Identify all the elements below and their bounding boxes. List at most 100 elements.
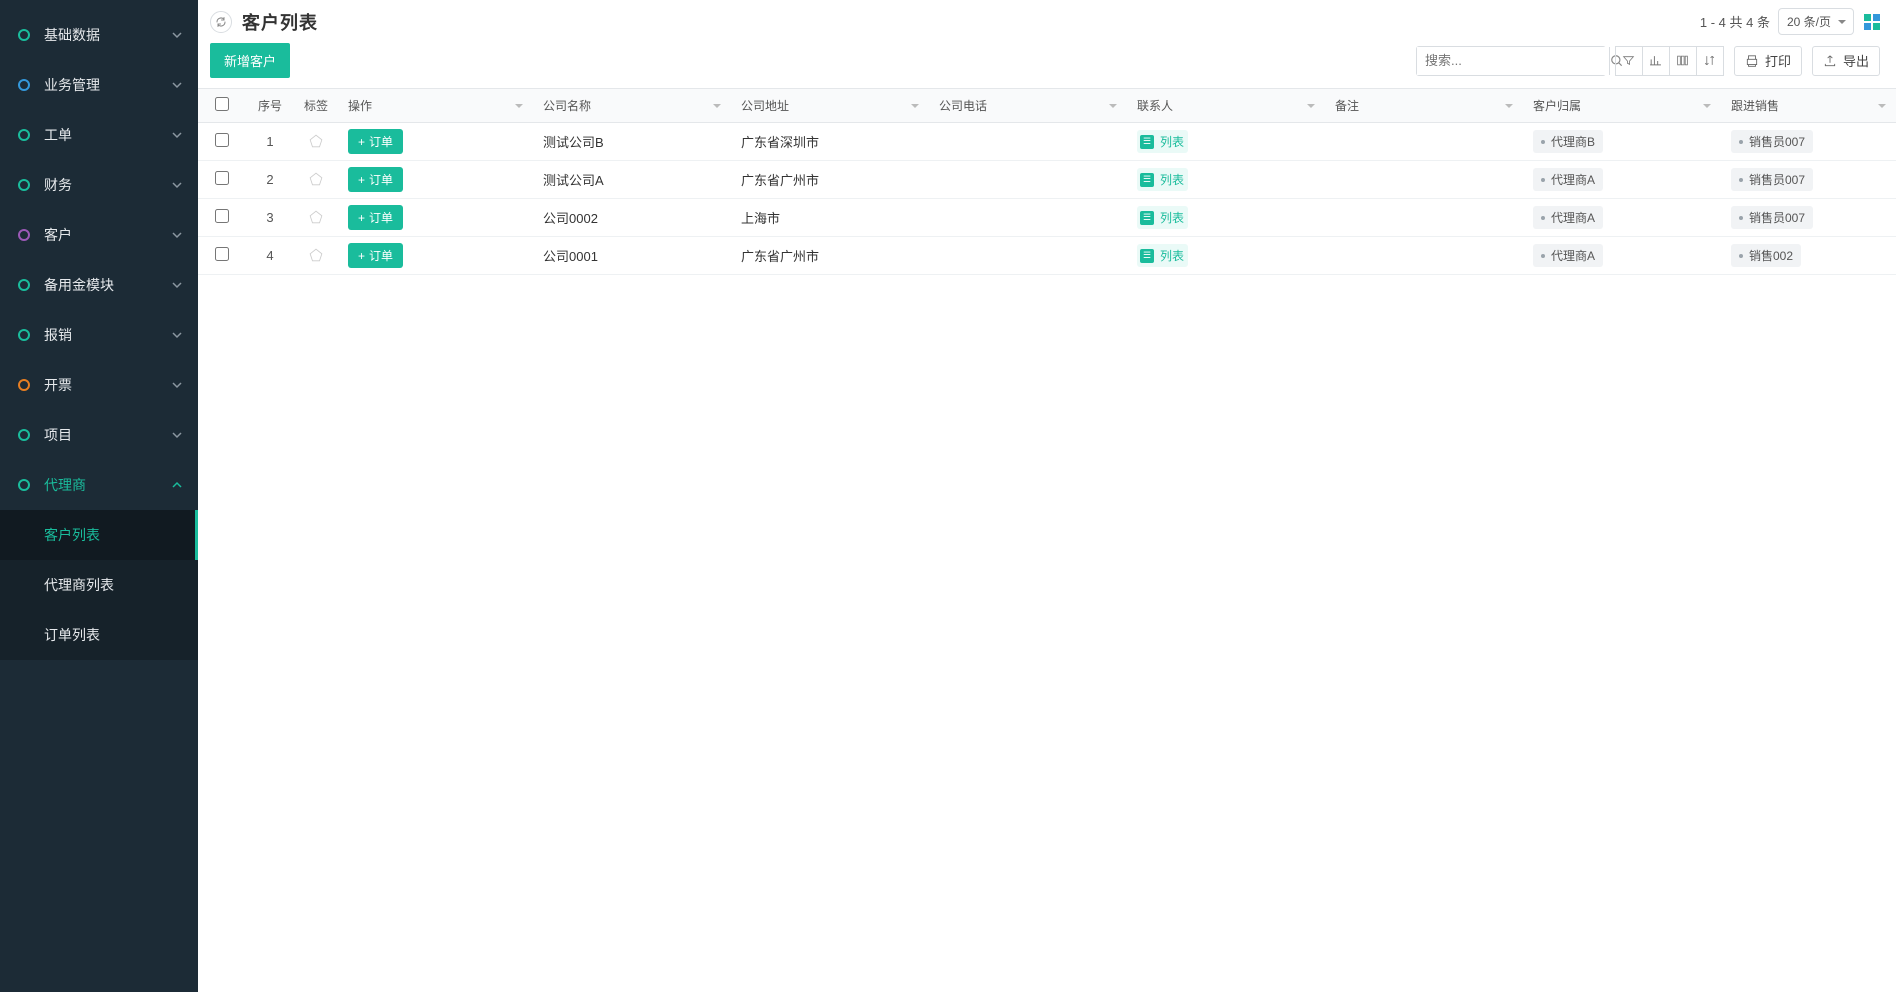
cell-company-addr: 广东省深圳市	[731, 123, 929, 161]
cell-company-addr: 上海市	[731, 199, 929, 237]
table-row: 1 +订单 测试公司B 广东省深圳市 ☰列表 代理商B 销售员007	[198, 123, 1896, 161]
belong-chip: 代理商B	[1533, 130, 1603, 153]
belong-chip: 代理商A	[1533, 206, 1603, 229]
row-checkbox[interactable]	[215, 247, 229, 261]
sidebar-item-label: 工单	[44, 125, 172, 145]
submenu-item-label: 客户列表	[44, 525, 100, 545]
submenu-item-label: 订单列表	[44, 625, 100, 645]
tag-icon[interactable]	[308, 209, 324, 225]
contact-list-button[interactable]: ☰ 列表	[1137, 206, 1188, 229]
list-label: 列表	[1160, 209, 1184, 226]
page-header: 客户列表 1 - 4 共 4 条 20 条/页	[198, 0, 1896, 43]
circle-icon	[18, 279, 30, 291]
pagination-info: 1 - 4 共 4 条	[1700, 12, 1770, 31]
order-label: 订单	[369, 133, 393, 150]
sidebar-item-label: 报销	[44, 325, 172, 345]
circle-icon	[18, 329, 30, 341]
print-button[interactable]: 打印	[1734, 46, 1802, 76]
chevron-down-icon	[172, 380, 182, 390]
sidebar-item-business[interactable]: 业务管理	[0, 60, 198, 110]
sidebar-item-customer[interactable]: 客户	[0, 210, 198, 260]
cell-company-name: 测试公司A	[533, 161, 731, 199]
sort-icon[interactable]	[1696, 46, 1724, 76]
toolbar: 新增客户	[198, 43, 1896, 88]
chevron-down-icon	[172, 330, 182, 340]
dropdown-icon	[911, 104, 919, 112]
list-icon: ☰	[1140, 249, 1154, 263]
submenu-agent: 客户列表 代理商列表 订单列表	[0, 510, 198, 660]
order-button[interactable]: + 订单	[348, 129, 403, 154]
contact-list-button[interactable]: ☰列表	[1137, 244, 1188, 267]
sidebar-item-invoice[interactable]: 开票	[0, 360, 198, 410]
sidebar-item-reserve[interactable]: 备用金模块	[0, 260, 198, 310]
cell-company-addr: 广东省广州市	[731, 237, 929, 275]
order-button[interactable]: +订单	[348, 205, 403, 230]
sales-chip: 销售员007	[1731, 206, 1813, 229]
belong-chip: 代理商A	[1533, 168, 1603, 191]
grid-view-icon[interactable]	[1864, 14, 1880, 30]
sidebar-item-reimburse[interactable]: 报销	[0, 310, 198, 360]
col-operation[interactable]: 操作	[338, 89, 533, 123]
cell-company-name: 测试公司B	[533, 123, 731, 161]
sidebar-item-label: 财务	[44, 175, 172, 195]
col-contact[interactable]: 联系人	[1127, 89, 1325, 123]
refresh-button[interactable]	[210, 11, 232, 33]
cell-remark	[1325, 161, 1523, 199]
export-button[interactable]: 导出	[1812, 46, 1880, 76]
search-input[interactable]	[1417, 47, 1609, 75]
chart-icon[interactable]	[1642, 46, 1670, 76]
order-button[interactable]: +订单	[348, 243, 403, 268]
sidebar: 基础数据 业务管理 工单 财务 客户 备用金模块	[0, 0, 198, 992]
sidebar-item-workorder[interactable]: 工单	[0, 110, 198, 160]
page-size-select[interactable]: 20 条/页	[1778, 8, 1854, 35]
columns-icon[interactable]	[1669, 46, 1697, 76]
col-tag[interactable]: 标签	[294, 89, 338, 123]
new-customer-button[interactable]: 新增客户	[210, 43, 290, 78]
tag-icon[interactable]	[308, 171, 324, 187]
order-button[interactable]: +订单	[348, 167, 403, 192]
sidebar-item-basic-data[interactable]: 基础数据	[0, 10, 198, 60]
contact-list-button[interactable]: ☰列表	[1137, 130, 1188, 153]
row-index: 3	[246, 199, 294, 237]
tag-icon[interactable]	[308, 247, 324, 263]
select-all-checkbox[interactable]	[215, 97, 229, 111]
chevron-down-icon	[172, 280, 182, 290]
circle-icon	[18, 29, 30, 41]
dropdown-icon	[713, 104, 721, 112]
cell-company-name: 公司0001	[533, 237, 731, 275]
row-checkbox[interactable]	[215, 171, 229, 185]
tag-icon[interactable]	[308, 133, 324, 149]
row-checkbox[interactable]	[215, 209, 229, 223]
row-checkbox[interactable]	[215, 133, 229, 147]
dropdown-icon	[1505, 104, 1513, 112]
sidebar-item-label: 备用金模块	[44, 275, 172, 295]
col-index[interactable]: 序号	[246, 89, 294, 123]
circle-icon	[18, 479, 30, 491]
cell-company-tel	[929, 237, 1127, 275]
filter-icon[interactable]	[1615, 46, 1643, 76]
table-row: 4 +订单 公司0001 广东省广州市 ☰列表 代理商A 销售002	[198, 237, 1896, 275]
chevron-down-icon	[172, 130, 182, 140]
col-company-tel[interactable]: 公司电话	[929, 89, 1127, 123]
table-row: 3 +订单 公司0002 上海市 ☰列表 代理商A 销售员007	[198, 199, 1896, 237]
submenu-item-agent-list[interactable]: 代理商列表	[0, 560, 198, 610]
customer-table: 序号 标签 操作 公司名称 公司地址 公司电话 联系人 备注 客户归属 跟进销售…	[198, 88, 1896, 275]
export-icon	[1823, 54, 1837, 68]
circle-icon	[18, 79, 30, 91]
plus-icon: +	[358, 135, 365, 149]
sidebar-item-project[interactable]: 项目	[0, 410, 198, 460]
sidebar-item-finance[interactable]: 财务	[0, 160, 198, 210]
col-remark[interactable]: 备注	[1325, 89, 1523, 123]
col-company-name[interactable]: 公司名称	[533, 89, 731, 123]
col-sales[interactable]: 跟进销售	[1721, 89, 1896, 123]
list-icon: ☰	[1140, 173, 1154, 187]
circle-icon	[18, 379, 30, 391]
submenu-item-customer-list[interactable]: 客户列表	[0, 510, 198, 560]
submenu-item-order-list[interactable]: 订单列表	[0, 610, 198, 660]
list-icon: ☰	[1140, 211, 1154, 225]
contact-list-button[interactable]: ☰列表	[1137, 168, 1188, 191]
col-belong[interactable]: 客户归属	[1523, 89, 1721, 123]
sidebar-item-agent[interactable]: 代理商	[0, 460, 198, 510]
plus-icon: +	[358, 249, 365, 263]
col-company-addr[interactable]: 公司地址	[731, 89, 929, 123]
